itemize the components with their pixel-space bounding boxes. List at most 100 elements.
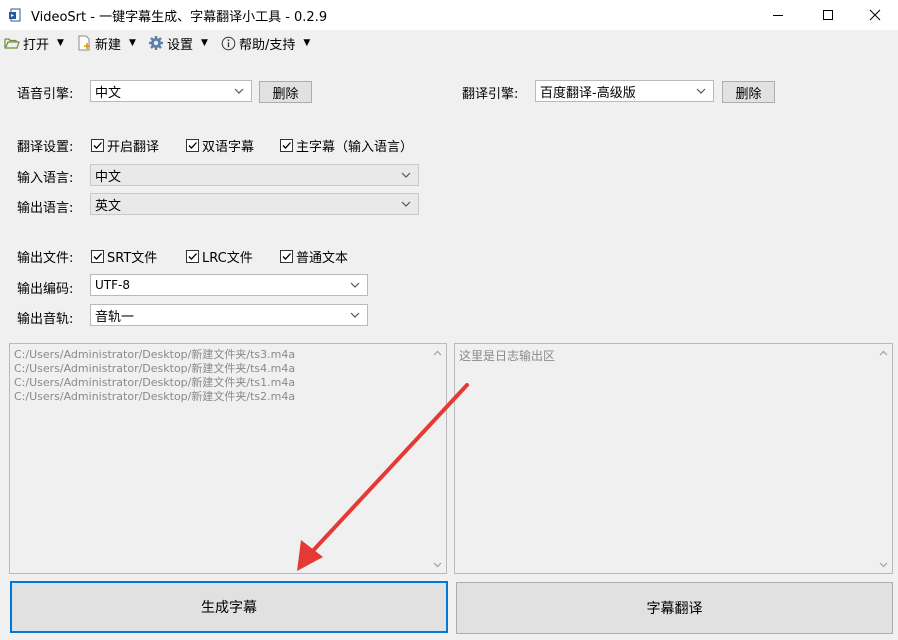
- checkbox-box: [280, 250, 293, 263]
- chevron-down-icon: [696, 88, 706, 94]
- lrc-file-checkbox[interactable]: LRC文件: [186, 247, 253, 266]
- dropdown-caret-icon: ▼: [201, 38, 208, 48]
- menu-help[interactable]: 帮助/支持 ▼: [221, 33, 310, 53]
- checkbox-box: [186, 139, 199, 152]
- menu-new[interactable]: 新建 ▼: [76, 33, 136, 53]
- file-path: C:/Users/Administrator/Desktop/新建文件夹/ts1…: [14, 376, 296, 389]
- new-file-icon: [78, 35, 90, 51]
- dropdown-caret-icon: ▼: [129, 38, 136, 48]
- input-language-label: 输入语言:: [17, 171, 74, 186]
- plain-text-text: 普通文本: [296, 251, 349, 266]
- menu-open-label: 打开: [23, 37, 50, 53]
- minimize-icon: [773, 15, 783, 16]
- checkbox-box: [186, 250, 199, 263]
- generate-subtitle-button[interactable]: 生成字幕: [10, 581, 448, 633]
- file-path: C:/Users/Administrator/Desktop/新建文件夹/ts2…: [14, 390, 296, 403]
- title-bar: VideoSrt - 一键字幕生成、字幕翻译小工具 - 0.2.9: [0, 0, 898, 30]
- maximize-button[interactable]: [805, 0, 851, 30]
- checkbox-box: [280, 139, 293, 152]
- delete-translate-engine-button[interactable]: 删除: [722, 81, 775, 103]
- output-track-select[interactable]: 音轨一: [90, 304, 368, 326]
- vertical-scrollbar[interactable]: [875, 344, 892, 573]
- checkbox-box: [91, 250, 104, 263]
- vertical-scrollbar[interactable]: [429, 344, 446, 573]
- bilingual-subtitle-text: 双语字幕: [202, 140, 255, 155]
- chevron-up-icon: [433, 350, 442, 355]
- output-track-value: 音轨一: [95, 309, 135, 325]
- output-files-label: 输出文件:: [17, 251, 74, 266]
- checkmark-icon: [282, 253, 291, 260]
- close-button[interactable]: [852, 0, 898, 30]
- output-language-label: 输出语言:: [17, 201, 74, 216]
- log-output-textarea[interactable]: 这里是日志输出区: [454, 343, 893, 574]
- scroll-up-button[interactable]: [429, 344, 446, 361]
- checkmark-icon: [282, 142, 291, 149]
- translate-settings-label: 翻译设置:: [17, 140, 74, 155]
- file-list: C:/Users/Administrator/Desktop/新建文件夹/ts3…: [14, 348, 295, 404]
- log-placeholder: 这里是日志输出区: [459, 349, 556, 363]
- checkmark-icon: [93, 253, 102, 260]
- menu-open[interactable]: 打开 ▼: [4, 33, 64, 53]
- main-subtitle-checkbox[interactable]: 主字幕（输入语言）: [280, 136, 413, 155]
- enable-translate-text: 开启翻译: [107, 140, 160, 155]
- maximize-icon: [823, 10, 833, 20]
- close-icon: [869, 9, 881, 21]
- scroll-up-button[interactable]: [875, 344, 892, 361]
- srt-file-text: SRT文件: [107, 251, 158, 266]
- speech-engine-value: 中文: [95, 85, 122, 101]
- scroll-down-button[interactable]: [875, 556, 892, 573]
- translate-engine-select[interactable]: 百度翻译-高级版: [535, 80, 714, 102]
- bilingual-subtitle-checkbox[interactable]: 双语字幕: [186, 136, 254, 155]
- file-path: C:/Users/Administrator/Desktop/新建文件夹/ts3…: [14, 348, 296, 361]
- checkbox-box: [91, 139, 104, 152]
- dropdown-caret-icon: ▼: [303, 38, 311, 48]
- chevron-up-icon: [879, 350, 888, 355]
- menu-settings[interactable]: 设置 ▼: [148, 33, 208, 53]
- menu-help-label: 帮助/支持: [239, 37, 296, 53]
- folder-open-icon: [4, 38, 20, 49]
- checkmark-icon: [188, 253, 197, 260]
- gear-icon: [149, 36, 163, 50]
- checkmark-icon: [93, 142, 102, 149]
- chevron-down-icon: [350, 312, 360, 318]
- chevron-down-icon: [401, 172, 411, 178]
- chevron-down-icon: [879, 562, 888, 567]
- window-title: VideoSrt - 一键字幕生成、字幕翻译小工具 - 0.2.9: [31, 10, 328, 25]
- enable-translate-checkbox[interactable]: 开启翻译: [91, 136, 159, 155]
- translate-engine-label: 翻译引擎:: [462, 87, 519, 102]
- speech-engine-select[interactable]: 中文: [90, 80, 252, 102]
- dropdown-caret-icon: ▼: [57, 38, 64, 48]
- input-language-value: 中文: [95, 169, 122, 185]
- lrc-file-text: LRC文件: [202, 251, 253, 266]
- translate-subtitle-button[interactable]: 字幕翻译: [456, 582, 893, 634]
- delete-speech-engine-button[interactable]: 删除: [259, 81, 312, 103]
- chevron-down-icon: [401, 201, 411, 207]
- minimize-button[interactable]: [755, 0, 801, 30]
- input-language-select[interactable]: 中文: [90, 164, 419, 186]
- plain-text-checkbox[interactable]: 普通文本: [280, 247, 348, 266]
- log-content: 这里是日志输出区: [459, 348, 555, 364]
- output-encoding-label: 输出编码:: [17, 282, 74, 297]
- output-track-label: 输出音轨:: [17, 312, 74, 327]
- app-window: VideoSrt - 一键字幕生成、字幕翻译小工具 - 0.2.9 打开 ▼ 新…: [0, 0, 898, 640]
- output-language-value: 英文: [95, 198, 122, 214]
- menu-new-label: 新建: [95, 37, 122, 53]
- srt-file-checkbox[interactable]: SRT文件: [91, 247, 157, 266]
- scroll-down-button[interactable]: [429, 556, 446, 573]
- file-list-textarea[interactable]: C:/Users/Administrator/Desktop/新建文件夹/ts3…: [9, 343, 447, 574]
- main-subtitle-text: 主字幕（输入语言）: [296, 140, 414, 155]
- speech-engine-label: 语音引擎:: [17, 87, 74, 102]
- menu-bar: 打开 ▼ 新建 ▼ 设置 ▼ 帮助/支持 ▼: [0, 30, 898, 56]
- translate-engine-value: 百度翻译-高级版: [540, 85, 636, 101]
- menu-settings-label: 设置: [167, 37, 194, 53]
- output-language-select[interactable]: 英文: [90, 193, 419, 215]
- checkmark-icon: [188, 142, 197, 149]
- output-encoding-value: UTF-8: [95, 278, 130, 292]
- output-encoding-select[interactable]: UTF-8: [90, 274, 368, 296]
- chevron-down-icon: [433, 562, 442, 567]
- video-doc-icon: [9, 8, 21, 22]
- chevron-down-icon: [234, 88, 244, 94]
- chevron-down-icon: [350, 282, 360, 288]
- file-path: C:/Users/Administrator/Desktop/新建文件夹/ts4…: [14, 362, 296, 375]
- info-icon: [221, 36, 236, 50]
